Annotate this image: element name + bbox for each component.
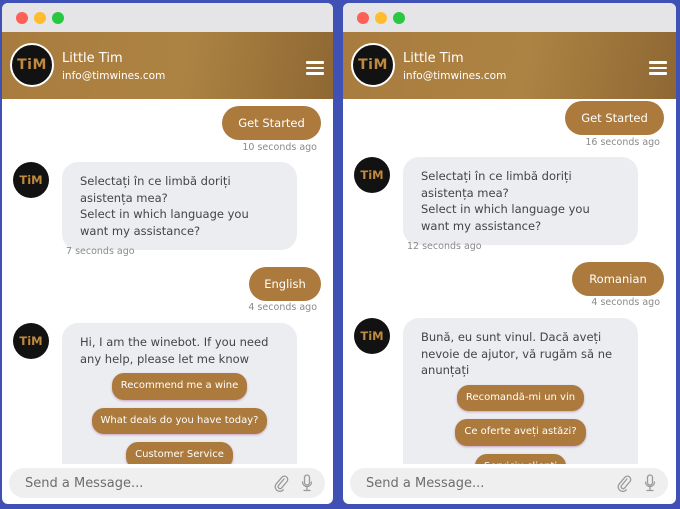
bot-avatar: TiM <box>351 43 395 87</box>
message-timestamp: 12 seconds ago <box>407 241 482 252</box>
bot-message-language-prompt: Selectați în ce limbă doriți asistența m… <box>62 162 297 250</box>
bot-message-greeting: Hi, I am the winebot. If you need any he… <box>62 323 297 464</box>
window-titlebar <box>2 3 333 32</box>
chat-messages[interactable]: Get Started 10 seconds ago TiM Selectați… <box>2 99 333 464</box>
user-message-get-started: Get Started <box>565 101 664 135</box>
microphone-icon[interactable] <box>642 474 658 492</box>
user-message-get-started: Get Started <box>222 106 321 140</box>
bot-avatar-small: TiM <box>354 318 390 354</box>
bot-email: info@timwines.com <box>403 70 507 82</box>
microphone-icon[interactable] <box>299 474 315 492</box>
close-window-button[interactable] <box>357 12 369 24</box>
minimize-window-button[interactable] <box>34 12 46 24</box>
hamburger-menu-icon[interactable] <box>649 61 667 75</box>
quick-reply-customer-service[interactable]: Customer Service <box>126 442 233 464</box>
quick-reply-customer-service[interactable]: Serviciu clienți <box>474 453 567 464</box>
minimize-window-button[interactable] <box>375 12 387 24</box>
bot-avatar-small: TiM <box>13 162 49 198</box>
bot-avatar-small: TiM <box>13 323 49 359</box>
message-input-bar <box>9 468 325 498</box>
bot-avatar-small: TiM <box>354 157 390 193</box>
logo-text: TiM <box>17 57 47 73</box>
bot-message-greeting: Bună, eu sunt vinul. Dacă aveți nevoie d… <box>403 318 638 464</box>
hamburger-menu-icon[interactable] <box>306 61 324 75</box>
bot-message-language-prompt: Selectați în ce limbă doriți asistența m… <box>403 157 638 245</box>
quick-replies: Recommend me a wine What deals do you ha… <box>80 373 279 464</box>
quick-reply-recommend-wine[interactable]: Recommend me a wine <box>111 373 248 400</box>
chat-messages[interactable]: Get Started 16 seconds ago TiM Selectați… <box>343 99 676 464</box>
user-message-language: English <box>249 267 321 301</box>
chat-header: TiM Little Tim info@timwines.com <box>343 32 676 99</box>
paperclip-icon[interactable] <box>616 474 632 492</box>
message-timestamp: 4 seconds ago <box>591 297 660 308</box>
user-message-language: Romanian <box>572 262 664 296</box>
bot-name: Little Tim <box>62 51 123 66</box>
close-window-button[interactable] <box>16 12 28 24</box>
quick-reply-deals[interactable]: Ce oferte aveți astăzi? <box>455 419 586 446</box>
message-timestamp: 16 seconds ago <box>585 137 660 148</box>
window-titlebar <box>343 3 676 32</box>
quick-reply-deals[interactable]: What deals do you have today? <box>91 407 268 434</box>
chat-header: TiM Little Tim info@timwines.com <box>2 32 333 99</box>
message-timestamp: 7 seconds ago <box>66 246 135 257</box>
quick-replies: Recomandă-mi un vin Ce oferte aveți astă… <box>421 384 620 464</box>
message-input[interactable] <box>350 475 616 491</box>
message-input-bar <box>350 468 668 498</box>
bot-email: info@timwines.com <box>62 70 166 82</box>
paperclip-icon[interactable] <box>273 474 289 492</box>
maximize-window-button[interactable] <box>52 12 64 24</box>
chat-window-romanian: TiM Little Tim info@timwines.com Get Sta… <box>343 3 676 504</box>
chat-window-english: TiM Little Tim info@timwines.com Get Sta… <box>2 3 333 504</box>
bot-name: Little Tim <box>403 51 464 66</box>
message-timestamp: 10 seconds ago <box>242 142 317 153</box>
logo-text: TiM <box>358 57 388 73</box>
message-timestamp: 4 seconds ago <box>248 302 317 313</box>
maximize-window-button[interactable] <box>393 12 405 24</box>
message-input[interactable] <box>9 475 273 491</box>
bot-avatar: TiM <box>10 43 54 87</box>
quick-reply-recommend-wine[interactable]: Recomandă-mi un vin <box>456 384 585 411</box>
